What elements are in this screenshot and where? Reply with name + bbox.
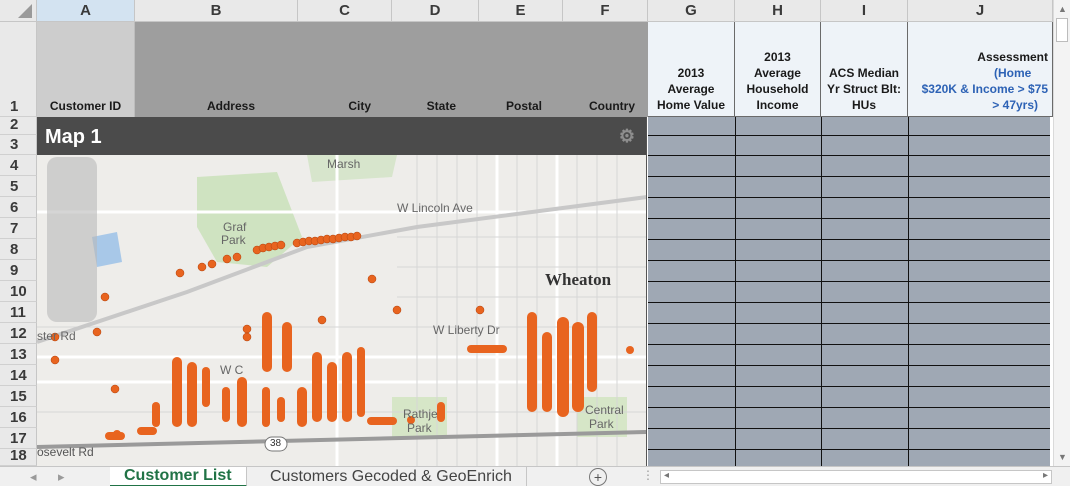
row-header-8[interactable]: 8 — [0, 239, 37, 260]
gear-icon[interactable]: ⚙ — [619, 126, 635, 147]
header-j-line2: $320K & Income > $75 — [921, 82, 1048, 96]
header-state-text: State — [426, 99, 456, 113]
vertical-scrollbar[interactable]: ▲ ▼ — [1053, 0, 1070, 466]
header-assessment[interactable]: Assessment (Home $320K & Income > $75 > … — [908, 22, 1053, 117]
row-header-12[interactable]: 12 — [0, 323, 37, 344]
map-header: Map 1 ⚙ — [37, 117, 646, 155]
row-header-16[interactable]: 16 — [0, 407, 37, 428]
map-title: Map 1 — [45, 126, 102, 148]
column-header-a[interactable]: A — [37, 0, 135, 22]
header-household-income[interactable]: 2013 Average Household Income — [735, 22, 821, 117]
header-home-value[interactable]: 2013 Average Home Value — [648, 22, 735, 117]
tab-customer-list[interactable]: Customer List — [110, 467, 247, 486]
scroll-down-icon[interactable]: ▼ — [1058, 452, 1067, 462]
scroll-left-icon[interactable]: ◂ — [664, 470, 669, 481]
column-header-b[interactable]: B — [135, 0, 298, 22]
header-postal[interactable]: Postal — [479, 22, 563, 117]
row-header-10[interactable]: 10 — [0, 281, 37, 302]
column-header-j[interactable]: J — [908, 0, 1053, 22]
row-header-15[interactable]: 15 — [0, 386, 37, 407]
row-header-4[interactable]: 4 — [0, 155, 37, 176]
row-header-9[interactable]: 9 — [0, 260, 37, 281]
tab-customers-geocoded-label: Customers Gecoded & GeoEnrich — [270, 468, 512, 485]
header-g-line3: Home Value — [656, 98, 726, 112]
plus-icon: + — [593, 469, 603, 485]
row-header-1[interactable]: 1 — [0, 22, 37, 117]
map-label-central: Central — [585, 403, 624, 417]
row-header-14[interactable]: 14 — [0, 365, 37, 386]
header-i-line3: HUs — [851, 98, 876, 112]
tab-customer-list-label: Customer List — [124, 467, 232, 484]
row-header-5[interactable]: 5 — [0, 176, 37, 197]
row-header-11[interactable]: 11 — [0, 302, 37, 323]
header-h-line1: 2013 — [764, 50, 791, 64]
map-label-w-c: W C — [220, 363, 244, 377]
scroll-thumb[interactable] — [1056, 18, 1068, 42]
scroll-right-icon[interactable]: ▸ — [1043, 470, 1048, 481]
map-widget[interactable]: Map 1 ⚙ Marsh W Lincoln Ave Graf Park Wh… — [37, 117, 647, 466]
map-label-marsh: Marsh — [327, 157, 361, 171]
header-h-line4: Income — [756, 98, 799, 112]
map-label-roosevelt: osevelt Rd — [37, 445, 94, 459]
row-header-6[interactable]: 6 — [0, 197, 37, 218]
header-i-line1: ACS Median — [828, 66, 899, 80]
header-address[interactable]: Address — [135, 22, 298, 117]
header-j-line1-b: (Home — [993, 66, 1032, 80]
header-customer-id-text: Customer ID — [49, 99, 122, 113]
map-label-lincoln: W Lincoln Ave — [397, 201, 473, 215]
sheet-tab-bar: ◂ ▸ Customer List Customers Gecoded & Ge… — [0, 466, 1070, 486]
row-header-3[interactable]: 3 — [0, 135, 37, 155]
header-country[interactable]: Country — [563, 22, 648, 117]
header-postal-text: Postal — [505, 99, 542, 113]
column-header-e[interactable]: E — [479, 0, 563, 22]
sheet-next-icon[interactable]: ▸ — [58, 469, 65, 485]
header-city[interactable]: City — [298, 22, 392, 117]
column-header-i[interactable]: I — [821, 0, 908, 22]
map-label-liberty: W Liberty Dr — [433, 323, 500, 337]
map-label-park3: Park — [589, 417, 614, 431]
row-header-17[interactable]: 17 — [0, 428, 37, 449]
header-i-line2: Yr Struct Blt: — [826, 82, 901, 96]
column-header-h[interactable]: H — [735, 0, 821, 22]
map-label-park2: Park — [407, 421, 432, 435]
map-label-ster-rd: ster Rd — [37, 329, 76, 343]
split-handle-icon[interactable]: ⋮ — [642, 468, 654, 482]
row-header-13[interactable]: 13 — [0, 344, 37, 365]
header-customer-id[interactable]: Customer ID — [37, 22, 135, 117]
scroll-up-icon[interactable]: ▲ — [1058, 4, 1067, 14]
map-label-park: Park — [221, 233, 246, 247]
header-j-line1: Assessment (Home — [977, 49, 1048, 81]
header-h-line3: Household — [746, 82, 809, 96]
column-header-f[interactable]: F — [563, 0, 648, 22]
column-header-d[interactable]: D — [392, 0, 479, 22]
header-state[interactable]: State — [392, 22, 479, 117]
header-yr-struct-built[interactable]: ACS Median Yr Struct Blt: HUs — [821, 22, 908, 117]
header-h-line2: Average — [754, 66, 801, 80]
select-all-corner[interactable] — [0, 0, 37, 22]
header-country-text: Country — [589, 99, 635, 113]
header-j-line3: > 47yrs) — [992, 98, 1038, 112]
tab-customers-geocoded[interactable]: Customers Gecoded & GeoEnrich — [256, 467, 527, 486]
sheet-prev-icon[interactable]: ◂ — [30, 469, 37, 485]
header-g-line2: Average — [667, 82, 715, 96]
horizontal-scrollbar[interactable]: ◂ ▸ — [660, 470, 1052, 484]
add-sheet-button[interactable]: + — [589, 468, 607, 486]
column-header-c[interactable]: C — [298, 0, 392, 22]
map-label-rathje: Rathje — [403, 407, 438, 421]
row-header-2[interactable]: 2 — [0, 116, 37, 135]
header-j-line1-a: Assessment — [977, 50, 1048, 64]
map-label-graf: Graf — [223, 220, 247, 234]
map-label-route: 38 — [270, 438, 282, 449]
map-label-wheaton: Wheaton — [545, 270, 612, 289]
row-header-7[interactable]: 7 — [0, 218, 37, 239]
data-cells-g-j[interactable] — [648, 117, 1050, 466]
header-g-line1: 2013 — [677, 66, 705, 80]
row-header-18[interactable]: 18 — [0, 447, 37, 466]
column-header-g[interactable]: G — [648, 0, 735, 22]
header-address-text: Address — [206, 99, 255, 113]
header-city-text: City — [348, 99, 371, 113]
spreadsheet-window: A B C D E F G H I J 1 2 3 4 5 6 7 8 9 10… — [0, 0, 1070, 486]
